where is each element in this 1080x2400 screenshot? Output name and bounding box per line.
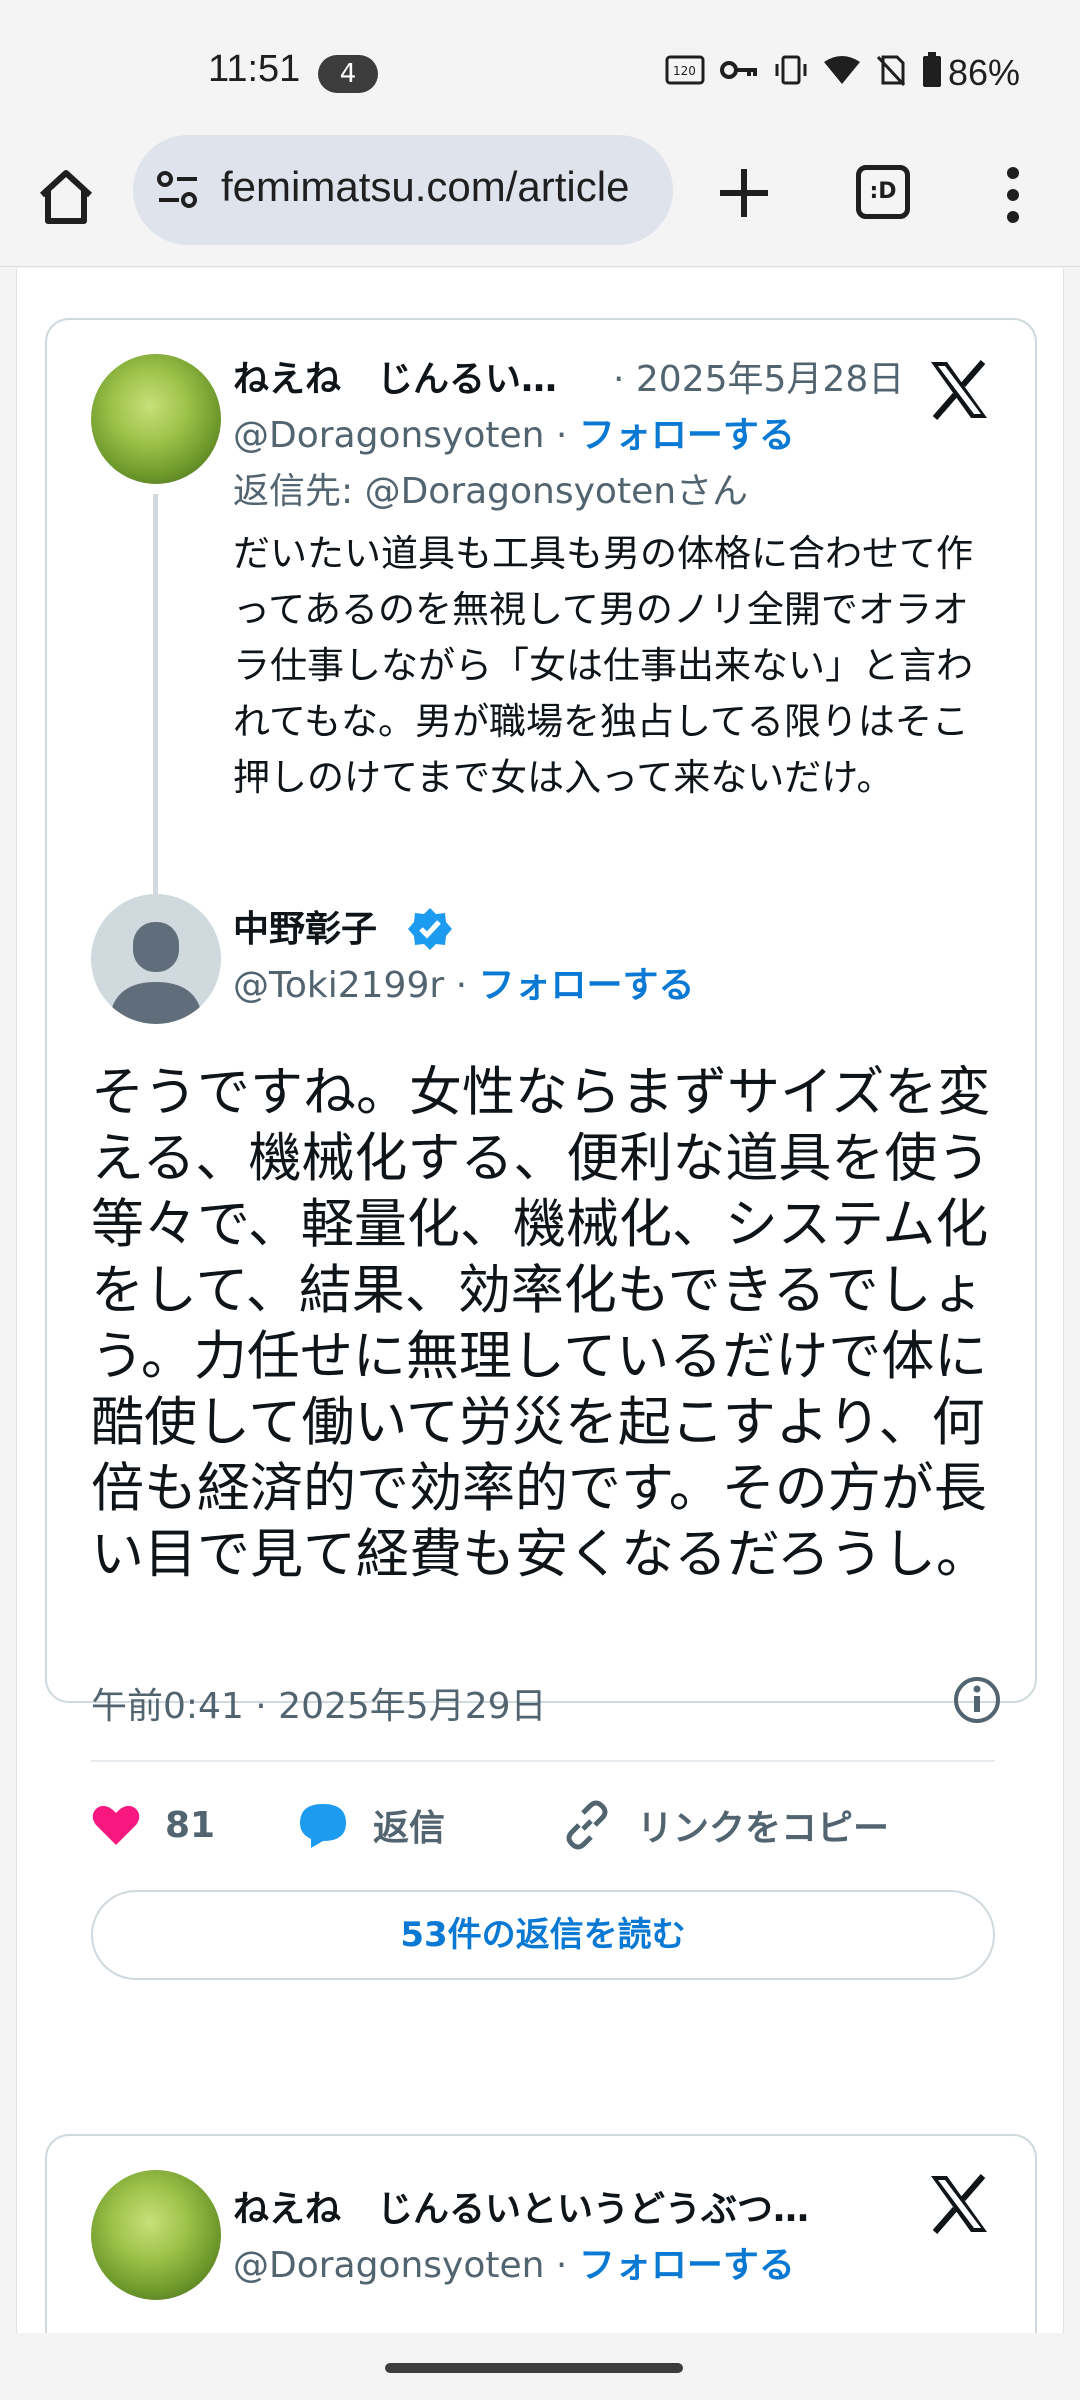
svg-text:120: 120	[673, 64, 696, 78]
author-handle: @Toki2199r ·	[233, 965, 468, 1006]
author-handle-line: @Doragonsyoten · フォローする	[233, 2236, 795, 2288]
system-icons: 120	[665, 52, 943, 88]
quoted-tweet-text: だいたい道具も工具も男の体格に合わせて作ってあるのを無視して男のノリ全開でオラオ…	[233, 532, 973, 799]
author-handle: @Doragonsyoten ·	[233, 2245, 568, 2286]
author-name[interactable]: ねえね じんるい…	[233, 350, 603, 402]
site-settings-icon[interactable]	[155, 169, 201, 211]
avatar[interactable]	[91, 2170, 221, 2300]
copy-link-label: リンクをコピー	[637, 1808, 890, 1849]
refresh-rate-icon: 120	[665, 55, 705, 85]
link-icon	[566, 1800, 608, 1850]
tweet-actions: 81 返信 リンクをコピー	[91, 1790, 995, 1860]
copy-link-button[interactable]: リンクをコピー	[561, 1790, 889, 1860]
avatar[interactable]	[91, 354, 221, 484]
web-page: ねえね じんるい… · 2025年5月28日 @Doragonsyoten · …	[16, 268, 1064, 2333]
reply-bubble-icon	[300, 1804, 346, 1848]
tweet-date: · 2025年5月28日	[613, 359, 905, 400]
embedded-tweet: ねえね じんるいというどうぶつ… @Doragonsyoten · フォローする	[45, 2134, 1037, 2333]
embedded-tweet: ねえね じんるい… · 2025年5月28日 @Doragonsyoten · …	[45, 318, 1037, 1980]
tweet-text: そうですね。女性ならまずサイズを変える、機械化する、便利な道具を使う等々で、軽量…	[91, 1062, 991, 1585]
thread-line	[153, 494, 158, 894]
status-bar: 11:51 4 120 86%	[0, 0, 1080, 135]
vibrate-icon	[775, 55, 807, 85]
browser-toolbar: femimatsu.com/article :D	[0, 135, 1080, 267]
author-handle-line: @Doragonsyoten · フォローする	[233, 406, 795, 458]
address-bar[interactable]: femimatsu.com/article	[133, 135, 673, 245]
home-gesture-handle[interactable]	[385, 2363, 683, 2373]
no-sim-icon	[876, 55, 906, 86]
like-button[interactable]: 81	[91, 1790, 215, 1860]
battery-icon	[923, 52, 941, 87]
follow-link[interactable]: フォローする	[579, 2245, 795, 2286]
vpn-key-icon	[720, 61, 757, 79]
verified-badge-icon	[408, 908, 452, 950]
author-handle-line: @Toki2199r · フォローする	[233, 956, 695, 1008]
author-name[interactable]: ねえね じんるいというどうぶつ…	[233, 2180, 873, 2232]
status-time: 11:51	[208, 48, 301, 90]
read-replies-button[interactable]: 53件の返信を読む	[91, 1890, 995, 1980]
more-menu-icon[interactable]	[1000, 165, 1026, 225]
reply-label: 返信	[373, 1808, 446, 1849]
new-tab-icon[interactable]	[714, 163, 774, 223]
author-handle: @Doragonsyoten ·	[233, 415, 568, 456]
author-name[interactable]: 中野彰子	[233, 900, 377, 952]
x-logo-icon[interactable]	[927, 2172, 991, 2236]
url-text[interactable]: femimatsu.com/article	[221, 163, 661, 211]
like-count: 81	[165, 1804, 216, 1846]
wifi-icon	[824, 56, 861, 84]
info-icon[interactable]	[952, 1675, 1002, 1725]
divider	[91, 1760, 995, 1762]
follow-link[interactable]: フォローする	[479, 965, 695, 1006]
tab-switcher-button[interactable]: :D	[856, 165, 910, 219]
battery-percent: 86%	[948, 52, 1021, 93]
notification-count-badge: 4	[318, 55, 378, 93]
x-logo-icon[interactable]	[927, 358, 991, 422]
heart-icon	[92, 1805, 140, 1845]
reply-to[interactable]: 返信先: @Doragonsyotenさん	[233, 462, 748, 514]
reply-button[interactable]: 返信	[297, 1790, 445, 1860]
default-avatar-icon	[109, 922, 203, 1024]
gesture-nav-bar	[0, 2333, 1080, 2400]
follow-link[interactable]: フォローする	[579, 415, 795, 456]
avatar[interactable]	[91, 894, 221, 1024]
home-icon[interactable]	[34, 165, 98, 229]
tweet-timestamp[interactable]: 午前0:41 · 2025年5月29日	[91, 1677, 547, 1729]
